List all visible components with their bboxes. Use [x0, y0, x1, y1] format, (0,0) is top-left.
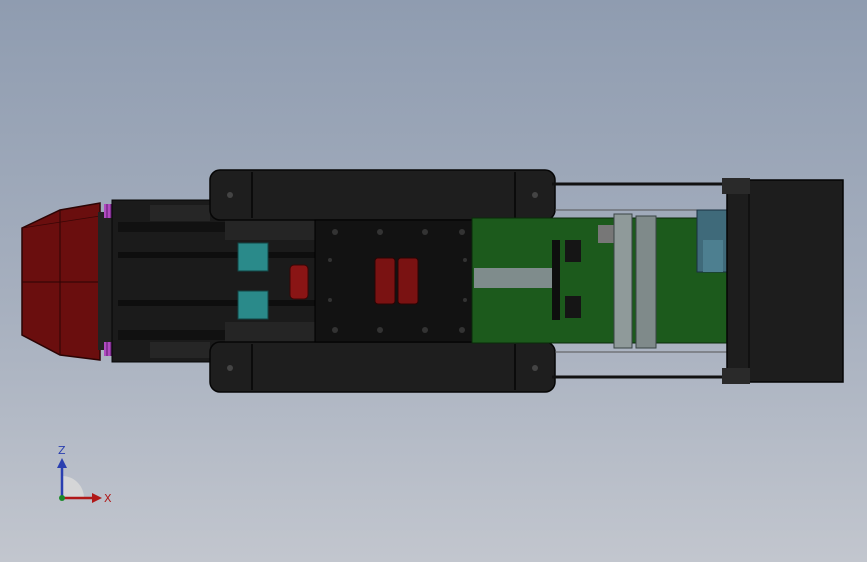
motor-unit[interactable] — [696, 209, 728, 273]
rail-left[interactable] — [613, 213, 633, 349]
front-wedge[interactable] — [21, 202, 112, 361]
cad-assembly-icon[interactable] — [0, 0, 867, 562]
track-bottom[interactable] — [209, 341, 556, 393]
cad-viewport[interactable]: Z X — [0, 0, 867, 562]
track-top[interactable] — [209, 169, 556, 221]
rail-right[interactable] — [635, 215, 657, 349]
x-axis-label: X — [104, 492, 112, 505]
teal-bearing-top[interactable] — [237, 242, 269, 272]
rear-housing[interactable] — [722, 178, 844, 384]
red-fitting[interactable] — [289, 264, 309, 300]
triad-icon[interactable]: Z X — [40, 438, 120, 510]
teal-bearing-bottom[interactable] — [237, 290, 269, 320]
green-circuit-board[interactable] — [471, 217, 728, 344]
z-axis-label: Z — [58, 444, 66, 457]
red-roller-right[interactable] — [397, 257, 419, 305]
red-roller-left[interactable] — [374, 257, 396, 305]
